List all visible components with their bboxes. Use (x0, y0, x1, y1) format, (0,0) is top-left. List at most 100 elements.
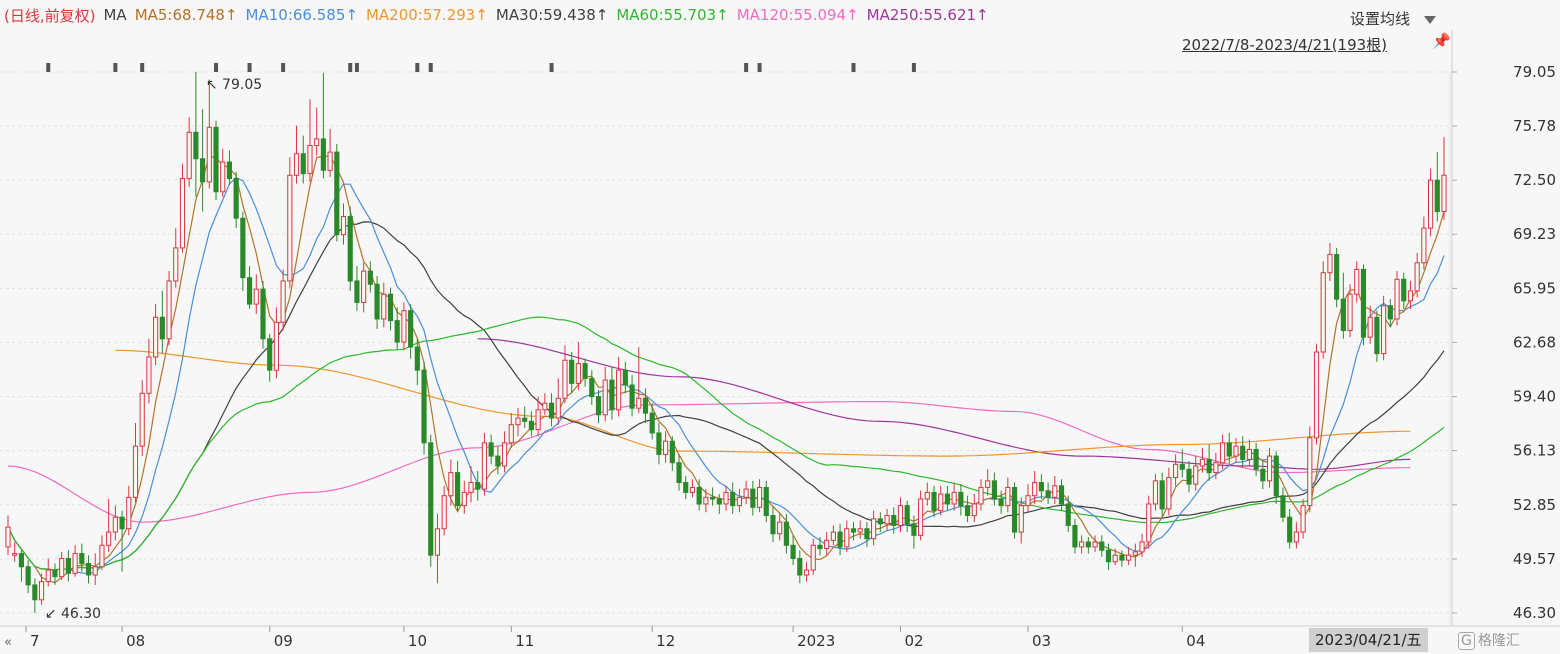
x-tick-label: 09 (274, 632, 293, 650)
candle-body (1381, 305, 1387, 355)
candle-body (871, 518, 877, 540)
candle-body (1011, 486, 1018, 533)
candle-body (1119, 554, 1125, 561)
candle-body (642, 397, 649, 414)
x-tick-label: 2023 (797, 632, 835, 650)
candle-body (85, 562, 92, 576)
candle-body (696, 486, 702, 505)
candle-body (998, 498, 1004, 507)
candle-body (1273, 455, 1279, 497)
candle-body (233, 178, 239, 219)
candle-body (1005, 486, 1011, 507)
candle-body (622, 369, 628, 386)
chart-background (0, 0, 1560, 654)
candle-body (45, 569, 51, 583)
candle-body (193, 131, 199, 160)
event-marker (281, 63, 286, 72)
candle-body (555, 397, 561, 419)
candle-body (964, 505, 971, 517)
candle-body (159, 316, 165, 340)
candle-body (1340, 298, 1346, 332)
candle-body (1320, 272, 1326, 353)
candle-body (1307, 437, 1313, 507)
y-tick-label: 72.50 (1513, 171, 1556, 189)
candle-body (1058, 485, 1065, 505)
candle-body (126, 496, 132, 530)
candle-body (1434, 179, 1440, 213)
ma-settings-button[interactable]: 设置均线 (1350, 8, 1437, 29)
pin-icon[interactable]: 📌 (1432, 32, 1451, 50)
candle-body (723, 491, 729, 505)
y-tick-label: 52.85 (1513, 496, 1556, 514)
candle-body (1045, 490, 1051, 498)
candle-body (1427, 179, 1434, 229)
ma-legend: (日线,前复权) MA MA5:68.748↑ MA10:66.585↑ MA2… (0, 0, 1340, 30)
candle-body (1146, 503, 1152, 543)
candle-body (354, 280, 360, 303)
candle-body (52, 569, 58, 578)
x-tick-label: 7 (30, 632, 40, 650)
candle-body (12, 553, 18, 556)
candle-body (468, 481, 474, 493)
candle-body (924, 491, 930, 500)
candle-body (99, 544, 105, 568)
candle-body (548, 402, 555, 419)
candle-body (931, 491, 937, 512)
candle-body (1421, 227, 1427, 264)
double-left-arrow-icon[interactable]: « (4, 635, 12, 650)
candle-body (736, 496, 743, 507)
candle-body (320, 138, 326, 171)
candle-body (448, 472, 454, 497)
candle-body (92, 566, 98, 576)
candle-body (340, 216, 347, 236)
candle-body (220, 161, 226, 193)
candle-body (978, 486, 984, 505)
candle-body (938, 493, 944, 512)
logo-icon: G (1458, 632, 1475, 650)
ma-settings-label: 设置均线 (1350, 10, 1411, 28)
candle-body (830, 531, 836, 541)
y-tick-label: 62.68 (1513, 333, 1556, 351)
candle-body (857, 528, 863, 533)
candle-body (455, 472, 461, 507)
candle-body (649, 412, 655, 434)
candle-body (1085, 541, 1091, 548)
y-tick-label: 49.57 (1513, 550, 1556, 568)
candle-body (1233, 445, 1239, 457)
candle-body (609, 379, 615, 411)
candle-body (267, 338, 273, 371)
caret-down-icon (1424, 15, 1437, 24)
stock-chart[interactable]: 79.05 75.78 72.50 69.23 65.95 62.68 59.40 56.13… (0, 0, 1560, 654)
candle-body (783, 521, 789, 546)
candle-body (562, 359, 568, 399)
event-marker (140, 63, 145, 72)
candle-body (897, 505, 904, 526)
candle-body (1179, 463, 1185, 470)
candle-body (1266, 455, 1273, 482)
candle-body (1414, 262, 1420, 292)
candle-body (763, 486, 769, 517)
date-range-link[interactable]: 2022/7/8-2023/4/21(193根) (1182, 34, 1387, 55)
candle-body (803, 569, 810, 576)
adjust-mode-label: (日线,前复权) (4, 6, 96, 25)
y-tick-label: 56.13 (1513, 442, 1556, 460)
candle-body (1374, 316, 1380, 355)
candle-body (206, 126, 212, 183)
y-tick-label: 79.05 (1513, 63, 1556, 81)
extreme-value-label: ↙ 46.30 (45, 606, 101, 622)
candle-body (213, 126, 219, 193)
x-tick-label: 11 (515, 632, 534, 650)
event-marker (113, 63, 118, 72)
candle-body (1132, 551, 1138, 556)
candle-body (575, 363, 581, 384)
candle-body (273, 321, 279, 371)
candle-body (542, 402, 548, 411)
candle-body (173, 247, 179, 282)
candle-body (1193, 465, 1199, 485)
candle-body (481, 442, 488, 490)
candle-body (877, 518, 883, 525)
candle-body (226, 161, 233, 180)
candle-body (475, 481, 481, 490)
candle-body (153, 316, 159, 358)
candle-body (884, 515, 890, 525)
